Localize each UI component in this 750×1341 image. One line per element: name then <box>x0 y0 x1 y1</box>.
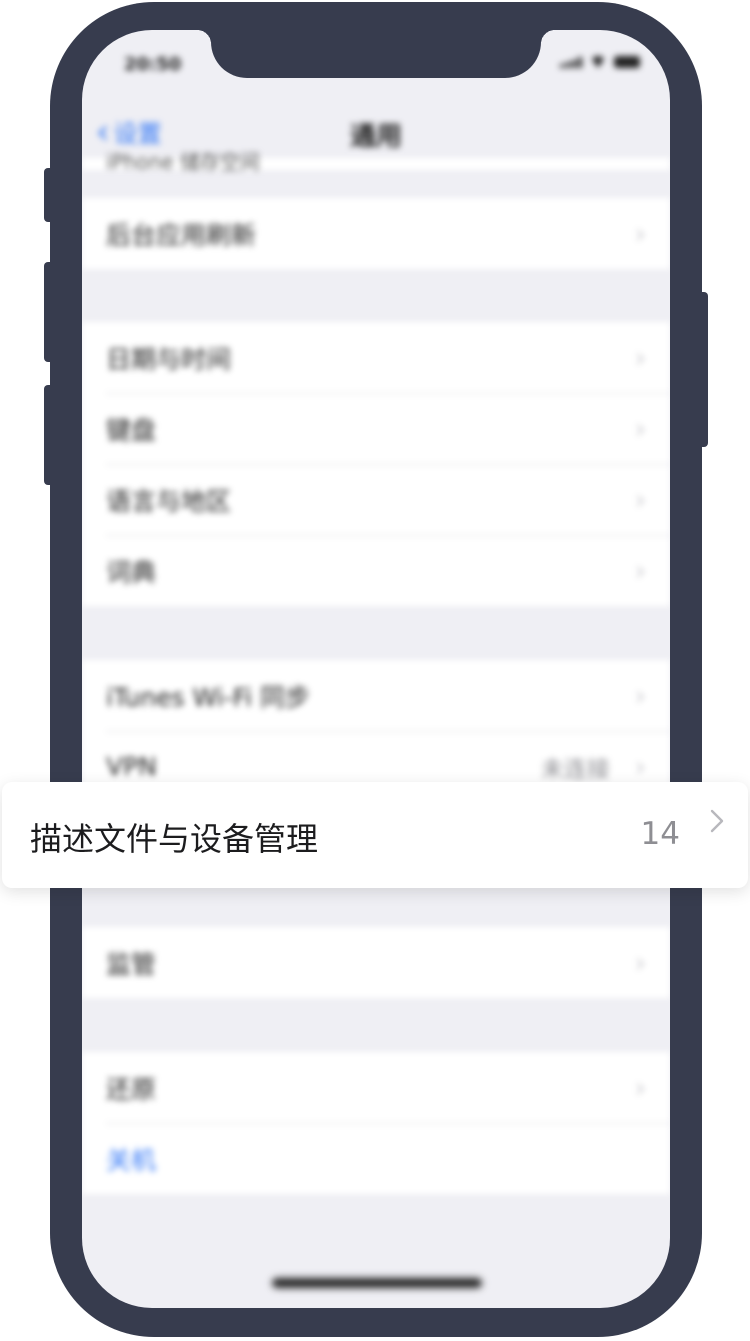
settings-group: 后台应用刷新 › <box>82 198 670 269</box>
list-item[interactable]: 日期与时间 › <box>82 322 670 393</box>
mute-switch <box>44 168 54 222</box>
status-time: 20:50 <box>124 54 182 75</box>
settings-group: 还原 › 关机 <box>82 1052 670 1194</box>
chevron-right-icon: › <box>634 554 646 587</box>
list-item[interactable]: 语言与地区 › <box>82 464 670 535</box>
list-item-label: 关机 <box>106 1145 157 1175</box>
list-item[interactable]: 键盘 › <box>82 393 670 464</box>
list-item-label: 语言与地区 <box>106 486 232 516</box>
list-item-label: 键盘 <box>106 415 157 445</box>
list-item-label: 日期与时间 <box>106 344 232 374</box>
list-item-value: 未连接 <box>541 756 610 783</box>
notch <box>197 30 555 78</box>
list-item-label: 还原 <box>106 1074 157 1104</box>
chevron-right-icon: › <box>634 412 646 445</box>
settings-group: iPhone 储存空间 <box>82 150 670 174</box>
settings-background: 20:50 ‹ 设置 通用 iPhone 储存空间 后台应用刷新 › 日期与时间… <box>82 30 670 1308</box>
chevron-right-icon: › <box>634 1071 646 1104</box>
phone-screen: 20:50 ‹ 设置 通用 iPhone 储存空间 后台应用刷新 › 日期与时间… <box>82 30 670 1308</box>
scrolled-row[interactable] <box>82 158 670 170</box>
list-item[interactable]: 监管 › <box>82 927 670 998</box>
profiles-device-management-row[interactable]: 描述文件与设备管理 14 <box>2 782 748 888</box>
chevron-right-icon: › <box>634 750 646 783</box>
settings-group: 监管 › <box>82 927 670 998</box>
power-button <box>698 292 708 447</box>
list-item-label: 监管 <box>106 949 157 979</box>
list-item-label: VPN <box>106 752 157 781</box>
list-item[interactable]: 后台应用刷新 › <box>82 198 670 269</box>
list-item-label: 后台应用刷新 <box>106 220 257 250</box>
home-indicator <box>272 1278 482 1288</box>
status-icons <box>560 56 640 68</box>
volume-up-button <box>44 262 54 362</box>
settings-group: 日期与时间 › 键盘 › 语言与地区 › 词典 › <box>82 322 670 606</box>
profile-count: 14 <box>640 816 680 852</box>
battery-icon <box>614 56 640 68</box>
chevron-right-icon: › <box>634 679 646 712</box>
chevron-right-icon: › <box>634 483 646 516</box>
wifi-icon <box>590 56 606 68</box>
list-item[interactable]: 词典 › <box>82 535 670 606</box>
profiles-device-management-label: 描述文件与设备管理 <box>30 820 319 858</box>
chevron-right-icon <box>710 809 724 833</box>
chevron-right-icon: › <box>634 341 646 374</box>
chevron-right-icon: › <box>634 946 646 979</box>
shutdown-button[interactable]: 关机 <box>82 1123 670 1194</box>
chevron-right-icon: › <box>634 217 646 250</box>
list-item-label: 词典 <box>106 557 157 587</box>
list-item-label: iTunes Wi-Fi 同步 <box>106 682 311 712</box>
list-item[interactable]: 还原 › <box>82 1052 670 1123</box>
signal-icon <box>560 57 582 68</box>
list-item[interactable]: iTunes Wi-Fi 同步 › <box>82 660 670 731</box>
settings-group: iTunes Wi-Fi 同步 › VPN 未连接 › <box>82 660 670 802</box>
volume-down-button <box>44 385 54 485</box>
